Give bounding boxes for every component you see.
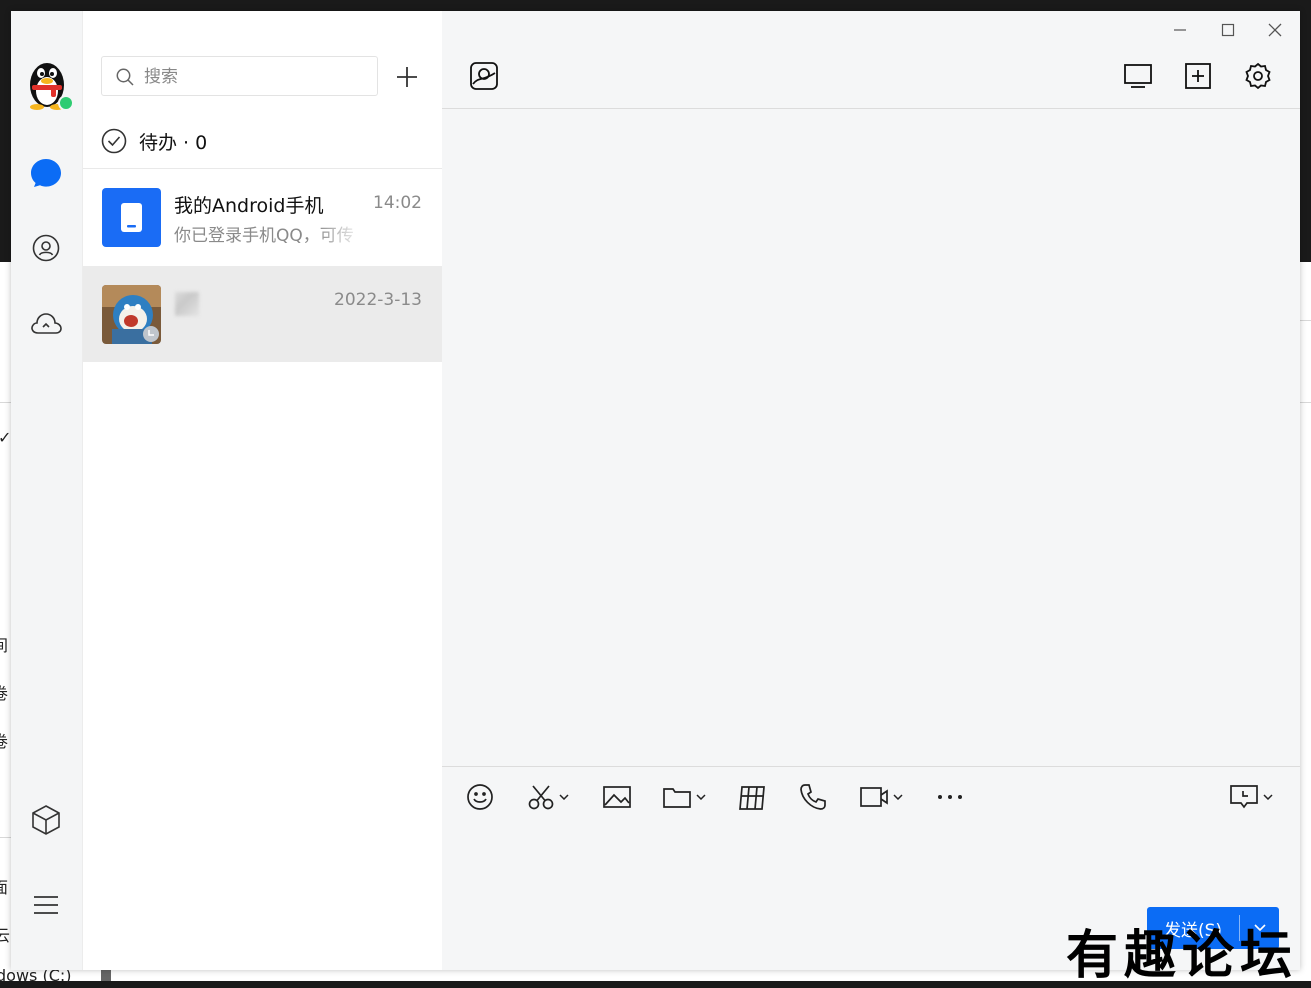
bg-divider	[0, 837, 11, 838]
bg-divider	[0, 402, 11, 403]
message-record-icon[interactable]	[1229, 781, 1273, 813]
conversation-name: 我的Android手机	[174, 195, 324, 217]
bg-fragment: 面	[0, 878, 9, 897]
chevron-down-icon[interactable]	[1263, 794, 1273, 800]
gift-icon[interactable]	[737, 781, 767, 813]
conversation-name-blurred	[175, 292, 199, 316]
chat-header	[442, 11, 1300, 109]
chat-icon[interactable]	[28, 155, 64, 191]
add-button[interactable]	[393, 63, 421, 91]
add-member-icon[interactable]	[1183, 61, 1213, 91]
maximize-icon[interactable]	[1217, 19, 1239, 41]
bg-divider	[1300, 402, 1311, 403]
search-box[interactable]	[101, 56, 378, 96]
check-circle-icon	[101, 128, 127, 154]
image-icon[interactable]	[602, 781, 632, 813]
emoji-icon[interactable]	[466, 781, 494, 813]
bg-fragment: ✓	[0, 428, 12, 447]
conversation-time: 14:02	[373, 193, 422, 213]
watermark-logo: 有趣论坛	[1066, 925, 1299, 986]
screen-share-icon[interactable]	[1123, 61, 1153, 91]
app-box-icon[interactable]	[28, 802, 64, 838]
conversation-last-message: 你已登录手机QQ，可传	[174, 226, 354, 246]
phone-device-avatar	[102, 188, 161, 247]
conversation-time: 2022-3-13	[334, 290, 422, 310]
phone-icon[interactable]	[799, 781, 827, 813]
menu-icon[interactable]	[28, 887, 64, 923]
chevron-down-icon[interactable]	[696, 794, 706, 800]
video-icon[interactable]	[859, 781, 903, 813]
settings-icon[interactable]	[1243, 61, 1273, 91]
bg-fragment: 卷	[0, 732, 9, 751]
minimize-icon[interactable]	[1169, 19, 1191, 41]
gallery-icon[interactable]	[469, 61, 499, 91]
bg-fragment: 卷	[0, 684, 9, 703]
bg-fragment: 云	[0, 926, 11, 945]
chat-pane: 发送(S)	[442, 11, 1300, 970]
todo-row[interactable]: 待办 · 0	[101, 127, 207, 155]
screenshot-icon[interactable]	[527, 781, 569, 813]
more-icon[interactable]	[937, 781, 963, 813]
contacts-icon[interactable]	[28, 230, 64, 266]
folder-icon[interactable]	[662, 781, 706, 813]
search-icon	[116, 68, 134, 86]
cloud-icon[interactable]	[28, 306, 64, 342]
chevron-down-icon[interactable]	[559, 794, 569, 800]
online-status-dot	[58, 95, 74, 111]
conversation-item-contact[interactable]: 2022-3-13	[83, 266, 442, 362]
chevron-down-icon[interactable]	[893, 794, 903, 800]
todo-label: 待办 · 0	[139, 131, 208, 154]
bg-fragment: 间	[0, 636, 9, 655]
bg-divider	[1300, 320, 1311, 321]
nav-rail	[11, 11, 82, 970]
phone-icon	[121, 203, 142, 232]
qq-window: 待办 · 0 我的Android手机 14:02 你已登录手机QQ，可传	[11, 11, 1300, 970]
contact-avatar	[102, 285, 161, 344]
close-icon[interactable]	[1264, 19, 1286, 41]
conversation-list-pane: 待办 · 0 我的Android手机 14:02 你已登录手机QQ，可传	[82, 11, 443, 970]
conversation-item-android-phone[interactable]: 我的Android手机 14:02 你已登录手机QQ，可传	[83, 169, 442, 265]
search-input[interactable]	[142, 63, 366, 91]
